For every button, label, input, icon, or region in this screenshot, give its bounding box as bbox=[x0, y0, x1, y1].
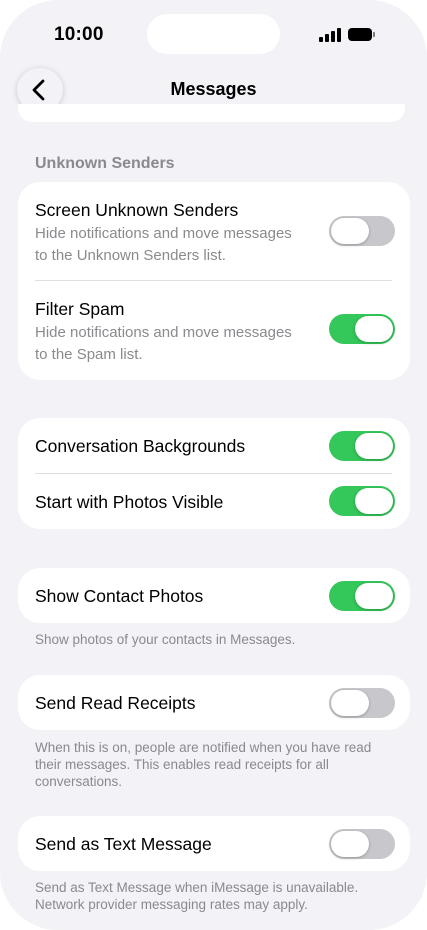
section-header-unknown-senders: Unknown Senders bbox=[35, 155, 175, 172]
row-title: Start with Photos Visible bbox=[35, 492, 224, 512]
unknown-senders-card: Screen Unknown Senders Hide notification… bbox=[18, 182, 410, 380]
contact-photos-footer: Show photos of your contacts in Messages… bbox=[35, 632, 296, 647]
row-title: Filter Spam bbox=[35, 299, 125, 319]
status-time: 10:00 bbox=[54, 24, 104, 45]
row-title: Screen Unknown Senders bbox=[35, 200, 239, 220]
row-send-read-receipts[interactable]: Send Read Receipts bbox=[18, 675, 410, 730]
text-message-footer-line-2: Network provider messaging rates may app… bbox=[35, 897, 308, 912]
row-subtitle-line-2: to the Spam list. bbox=[35, 346, 143, 363]
read-receipts-footer-line-3: conversations. bbox=[35, 774, 123, 789]
row-title: Send as Text Message bbox=[35, 834, 212, 854]
previous-settings-card bbox=[18, 104, 405, 122]
row-start-with-photos-visible[interactable]: Start with Photos Visible bbox=[18, 474, 410, 529]
row-show-contact-photos[interactable]: Show Contact Photos bbox=[18, 568, 410, 623]
row-conversation-backgrounds[interactable]: Conversation Backgrounds bbox=[18, 418, 410, 473]
cellular-signal-icon bbox=[319, 28, 341, 42]
row-screen-unknown-senders[interactable]: Screen Unknown Senders Hide notification… bbox=[18, 182, 410, 281]
read-receipts-card: Send Read Receipts bbox=[18, 675, 410, 730]
text-message-card: Send as Text Message bbox=[18, 816, 410, 871]
conversation-display-card: Conversation Backgrounds Start with Phot… bbox=[18, 418, 410, 529]
battery-icon bbox=[348, 28, 375, 41]
row-subtitle-line-2: to the Unknown Senders list. bbox=[35, 247, 226, 264]
read-receipts-footer-line-1: When this is on, people are notified whe… bbox=[35, 740, 372, 755]
phone-screen: 10:00 Messages Unknown Senders Screen Un… bbox=[0, 0, 427, 930]
filter-spam-toggle[interactable] bbox=[329, 314, 395, 344]
contact-photos-card: Show Contact Photos bbox=[18, 568, 410, 623]
text-message-footer-line-1: Send as Text Message when iMessage is un… bbox=[35, 880, 359, 895]
show-contact-photos-toggle[interactable] bbox=[329, 581, 395, 611]
row-subtitle-line-1: Hide notifications and move messages bbox=[35, 225, 292, 242]
row-send-as-text-message[interactable]: Send as Text Message bbox=[18, 816, 410, 871]
row-filter-spam[interactable]: Filter Spam Hide notifications and move … bbox=[18, 281, 410, 380]
row-title: Send Read Receipts bbox=[35, 693, 196, 713]
start-with-photos-visible-toggle[interactable] bbox=[329, 486, 395, 516]
conversation-backgrounds-toggle[interactable] bbox=[329, 431, 395, 461]
row-subtitle-line-1: Hide notifications and move messages bbox=[35, 324, 292, 341]
read-receipts-footer-line-2: their messages. This enables read receip… bbox=[35, 757, 329, 772]
send-as-text-message-toggle[interactable] bbox=[329, 829, 395, 859]
send-read-receipts-toggle[interactable] bbox=[329, 688, 395, 718]
screen-unknown-senders-toggle[interactable] bbox=[329, 216, 395, 246]
dynamic-island bbox=[147, 14, 280, 54]
row-title: Show Contact Photos bbox=[35, 586, 204, 606]
status-bar: 10:00 bbox=[0, 0, 427, 68]
row-title: Conversation Backgrounds bbox=[35, 436, 246, 456]
page-title: Messages bbox=[170, 79, 257, 99]
